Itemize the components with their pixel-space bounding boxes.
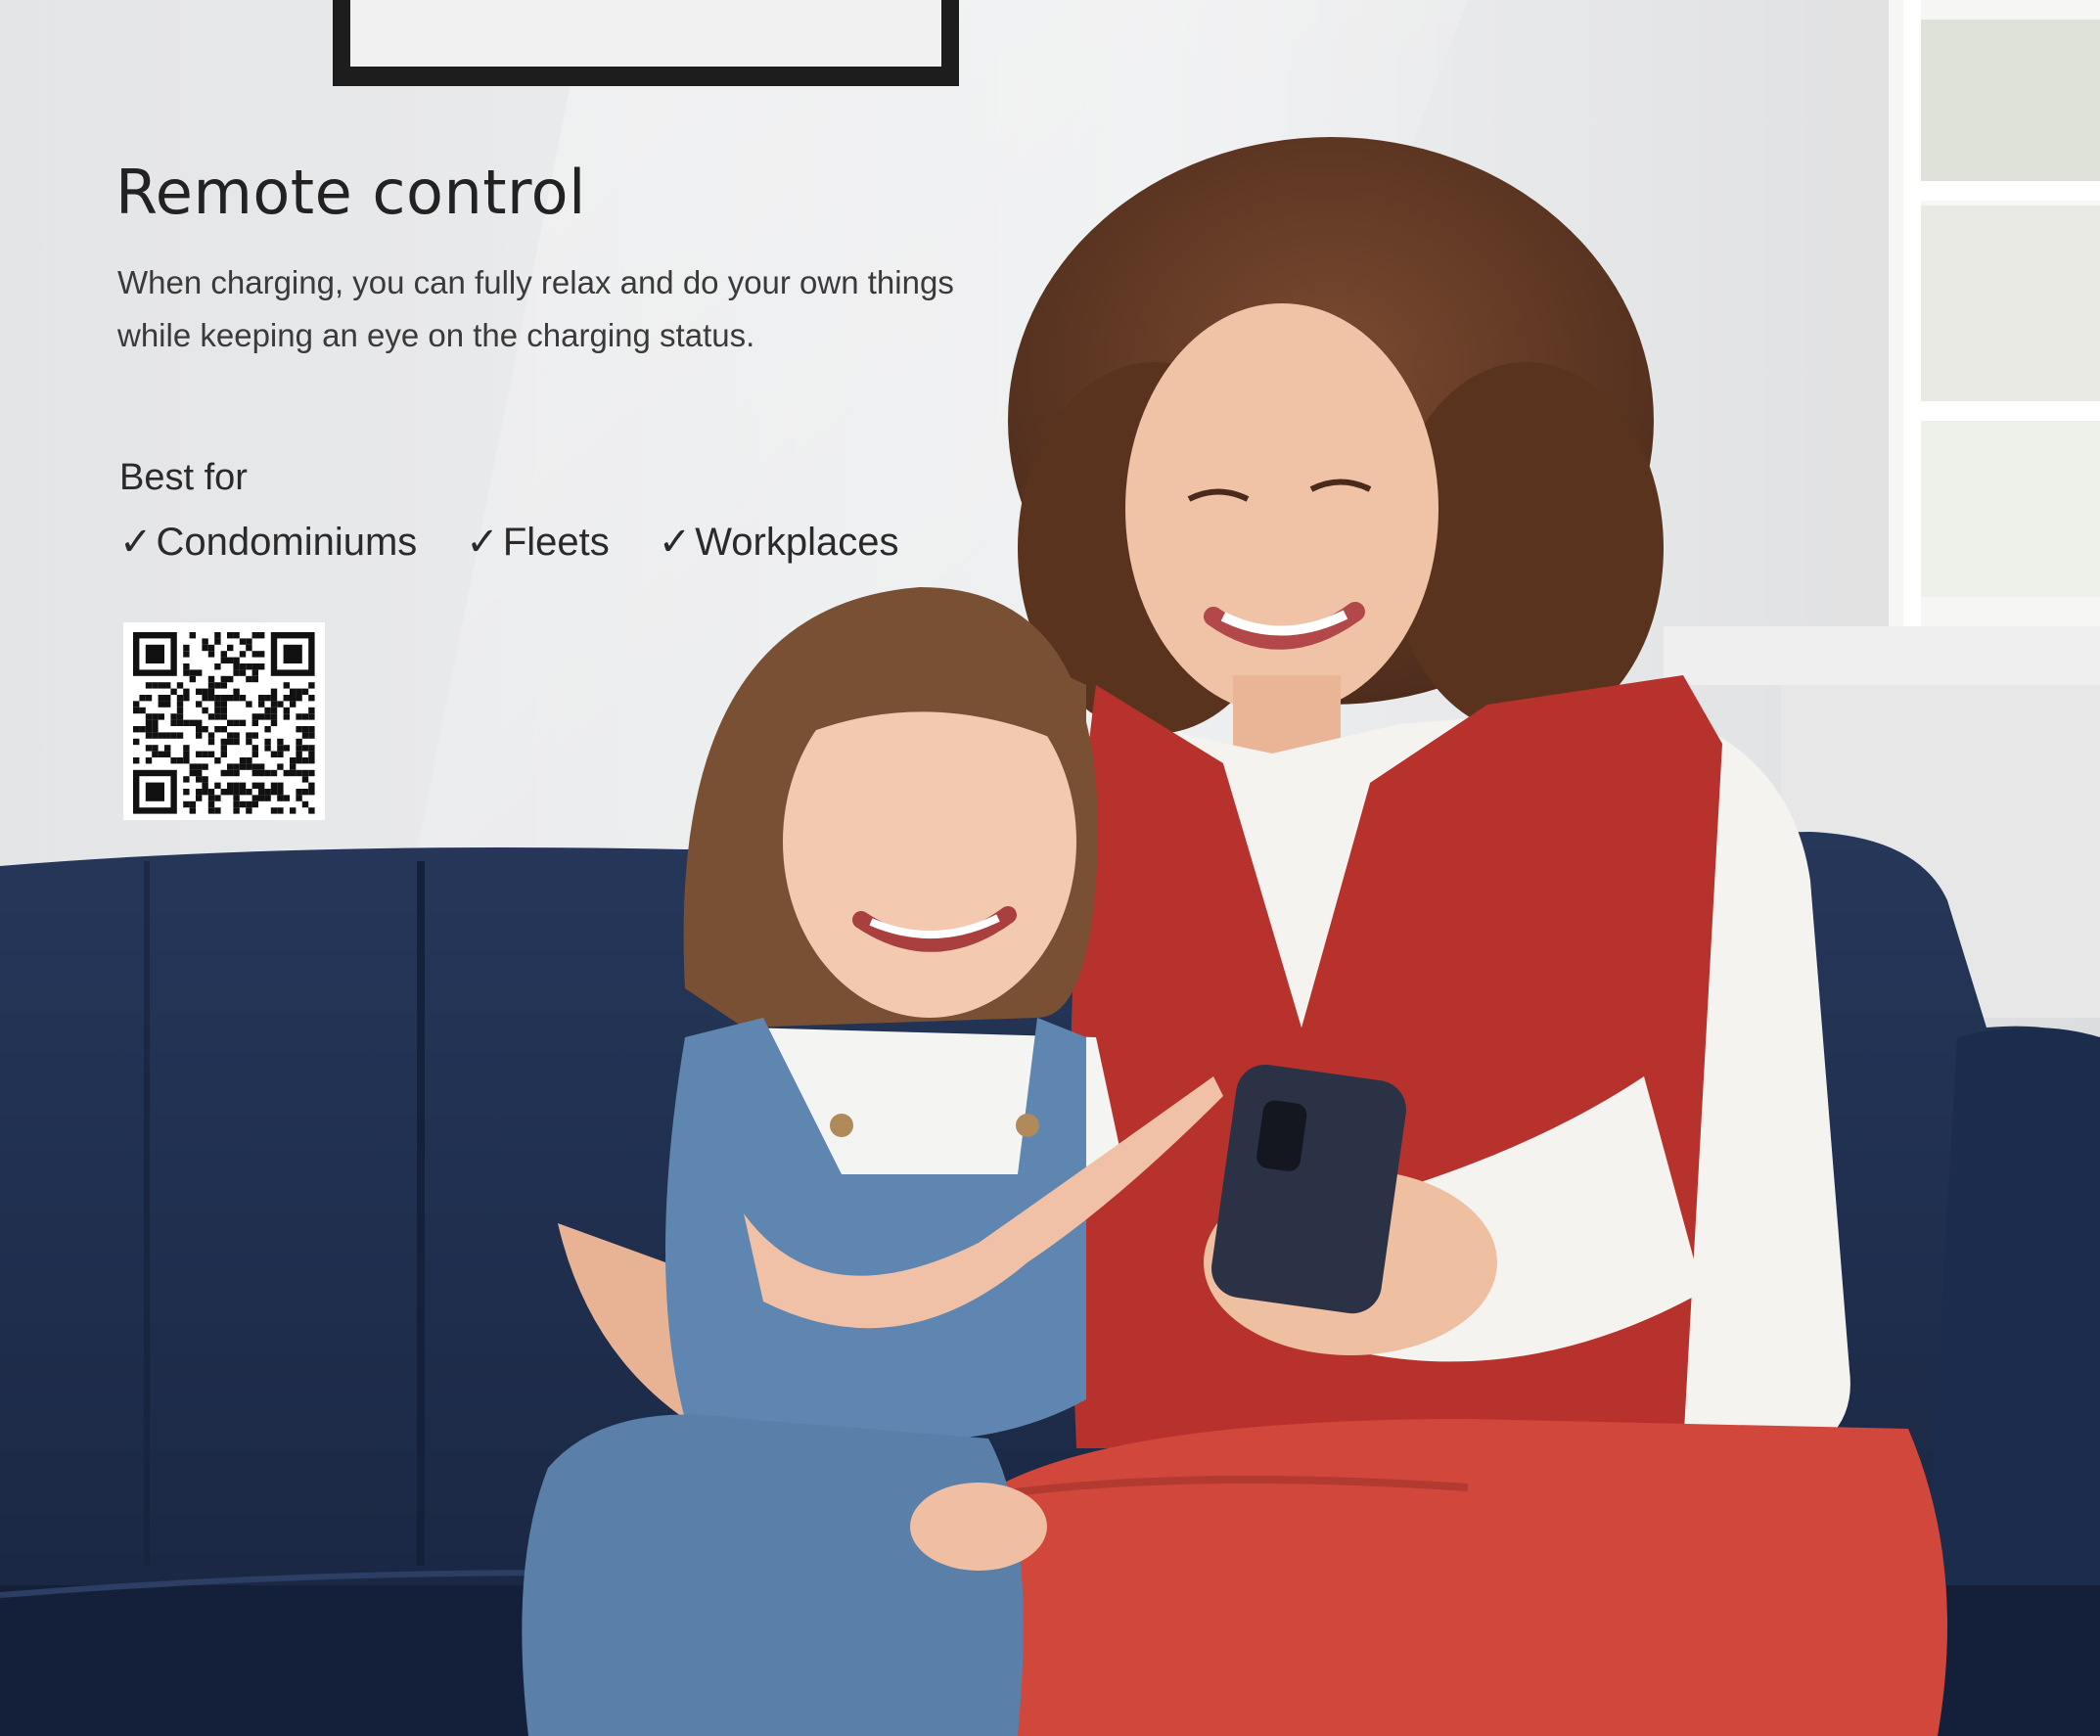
check-icon: ✓ — [466, 521, 499, 564]
best-for-label: Best for — [119, 457, 248, 498]
page-title: Remote control — [115, 157, 586, 228]
best-for-item: ✓ Workplaces — [659, 513, 899, 571]
best-for-item-label: Fleets — [502, 521, 610, 564]
best-for-item: ✓ Fleets — [466, 513, 609, 571]
best-for-item-label: Workplaces — [695, 521, 899, 564]
picture-frame — [333, 0, 959, 86]
smartphone — [1211, 1064, 1406, 1314]
best-for-item: ✓ Condominiums — [119, 513, 417, 571]
hero-description: When charging, you can fully relax and d… — [117, 264, 954, 353]
check-icon: ✓ — [658, 521, 692, 564]
best-for-item-label: Condominiums — [156, 521, 418, 564]
best-for-list: ✓ Condominiums ✓ Fleets ✓ Workplaces — [119, 513, 996, 571]
check-icon: ✓ — [119, 521, 153, 564]
hero-copy: Remote control When charging, you can fu… — [115, 157, 996, 571]
qr-code-icon[interactable] — [123, 622, 325, 820]
